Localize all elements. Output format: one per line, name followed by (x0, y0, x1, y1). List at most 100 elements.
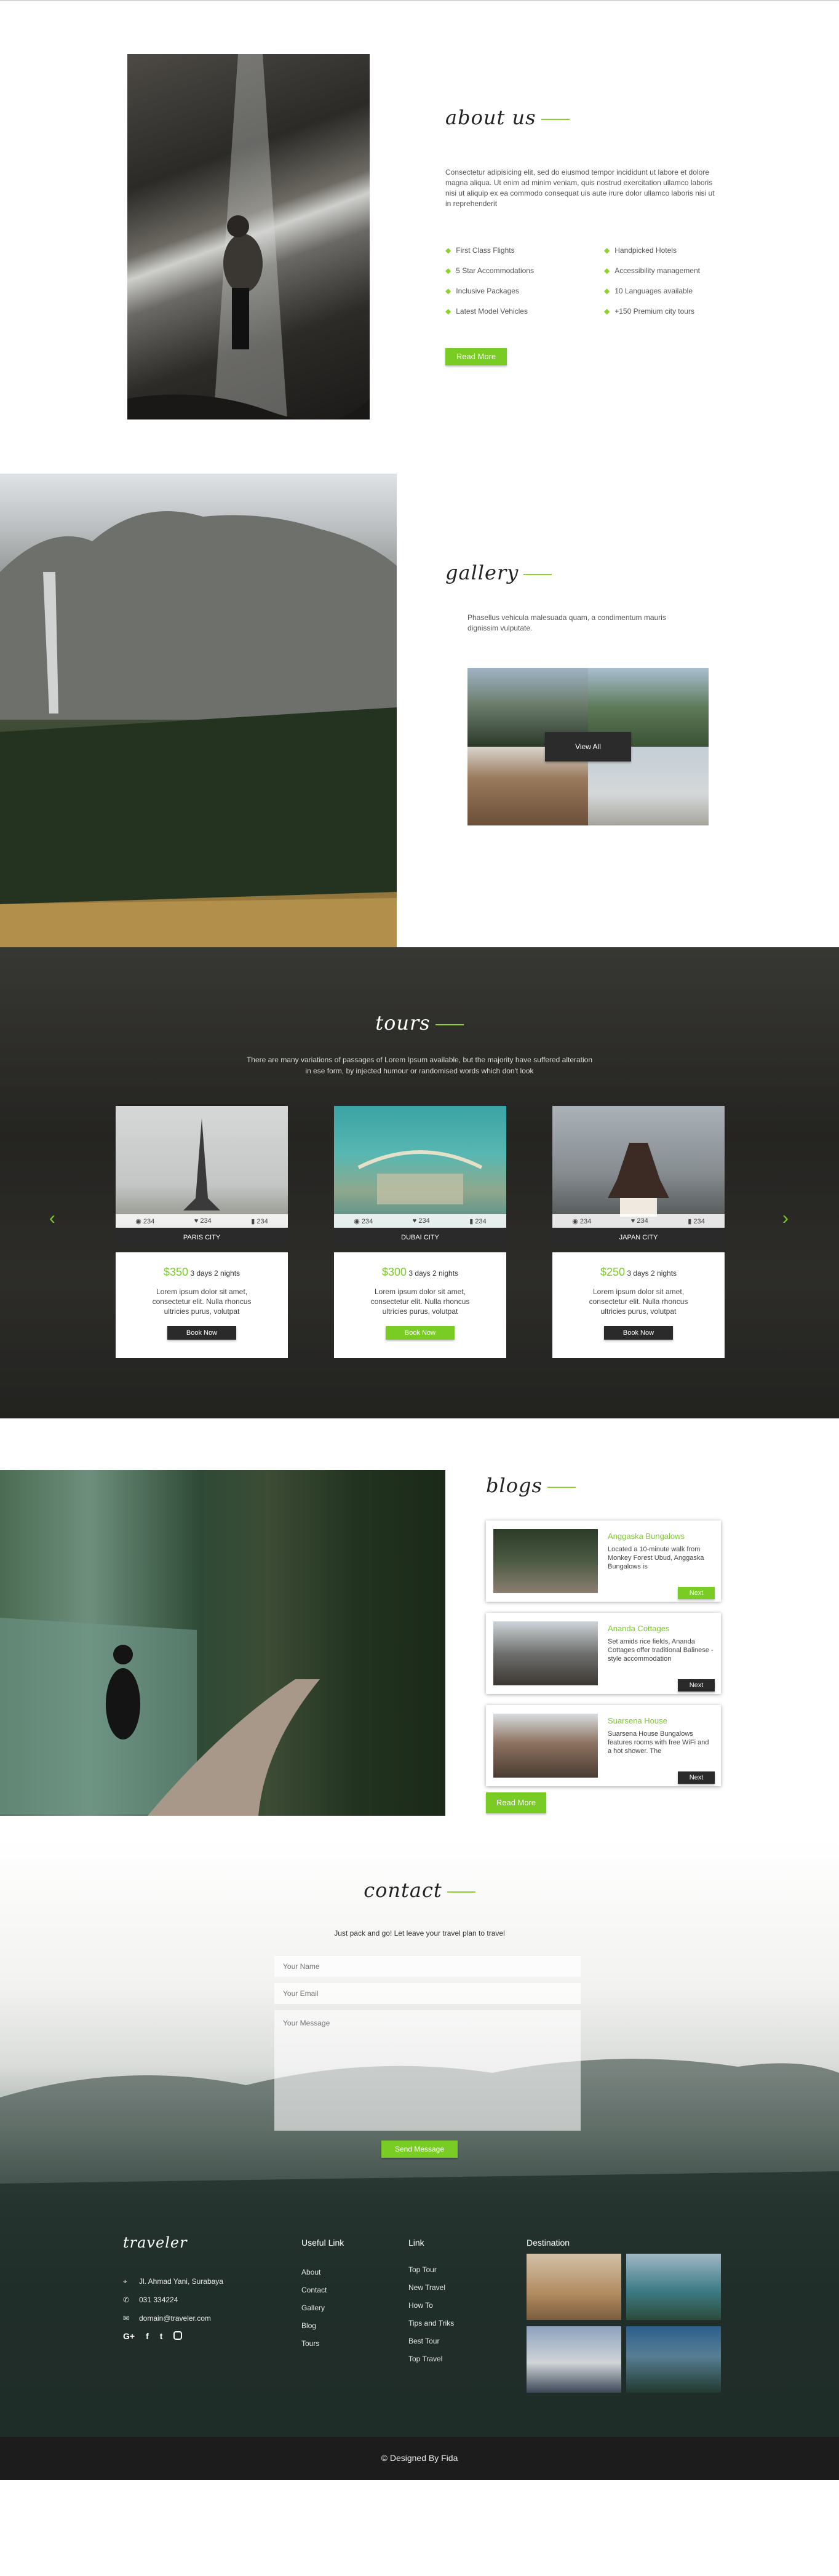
gallery-hero-image (0, 474, 397, 947)
blog-thumb-cottages (493, 1621, 598, 1685)
blog-thumb-house (493, 1714, 598, 1778)
gallery-grid: View All (467, 668, 709, 825)
blog-post-title[interactable]: Ananda Cottages (608, 1624, 669, 1633)
comment-icon: ▮ (688, 1217, 694, 1225)
footer-link-tours[interactable]: Tours (301, 2335, 327, 2353)
mail-icon: ✉ (123, 2314, 130, 2323)
message-textarea[interactable] (274, 2010, 581, 2131)
footer-link-contact[interactable]: Contact (301, 2281, 327, 2299)
gallery-view-all-button[interactable]: View All (545, 732, 631, 761)
likes-stat: ♥ 234 (630, 1217, 648, 1225)
castle-shape (608, 1143, 669, 1217)
contact-title: contact (0, 1878, 839, 1902)
tour-card: ◉ 234 ♥ 234 ▮ 234 JAPAN CITY $250 3 days… (552, 1106, 725, 1358)
tour-text: Lorem ipsum dolor sit amet, consectetur … (152, 1287, 252, 1316)
link-title: Link (408, 2238, 424, 2248)
about-read-more-button[interactable]: Read More (445, 348, 507, 365)
footer-link-top-travel[interactable]: Top Travel (408, 2350, 454, 2368)
feature-item: ◆ +150 Premium city tours (604, 307, 694, 316)
carousel-next[interactable]: › (782, 1208, 789, 1229)
comments-stat: ▮ 234 (251, 1217, 268, 1225)
tour-stats: ◉ 234 ♥ 234 ▮ 234 (334, 1214, 506, 1228)
chevron-right-icon: › (782, 1208, 789, 1228)
book-now-button[interactable]: Book Now (167, 1326, 236, 1340)
email-input[interactable] (274, 1983, 581, 2004)
book-now-button[interactable]: Book Now (386, 1326, 455, 1340)
tours-text-line1: There are many variations of passages of… (246, 1055, 593, 1064)
blog-card: Ananda Cottages Set amids rice fields, A… (486, 1613, 721, 1694)
footer-link-gallery[interactable]: Gallery (301, 2299, 327, 2317)
blog-next-button[interactable]: Next (678, 1679, 715, 1691)
useful-links-list: About Contact Gallery Blog Tours (301, 2264, 327, 2353)
tour-duration: 3 days 2 nights (408, 1269, 459, 1278)
check-icon: ◆ (604, 266, 610, 275)
destination-title: Destination (527, 2238, 570, 2248)
blog-post-title[interactable]: Anggaska Bungalows (608, 1532, 685, 1541)
tour-price-line: $250 3 days 2 nights (552, 1266, 725, 1279)
name-input[interactable] (274, 1956, 581, 1977)
instagram-icon[interactable] (173, 2331, 183, 2340)
destination-thumb-mountain[interactable] (626, 2326, 721, 2393)
tour-stats: ◉ 234 ♥ 234 ▮ 234 (116, 1214, 288, 1228)
title-underline (523, 573, 552, 575)
tour-city-bar: PARIS CITY (116, 1228, 288, 1247)
about-features: ◆ First Class Flights ◆ Handpicked Hotels … (445, 246, 728, 316)
tour-image-dubai (334, 1106, 506, 1228)
footer-link-blog[interactable]: Blog (301, 2317, 327, 2335)
copyright-text: © Designed By Fida (381, 2453, 458, 2463)
tours-text-line2: in ese form, by injected humour or rando… (305, 1067, 534, 1075)
heart-icon: ♥ (194, 1217, 201, 1225)
google-plus-icon[interactable]: G+ (123, 2331, 135, 2341)
title-underline (541, 118, 570, 120)
check-icon: ◆ (604, 287, 610, 295)
tour-card-body: $300 3 days 2 nights Lorem ipsum dolor s… (334, 1252, 506, 1358)
twitter-icon[interactable]: t (160, 2331, 163, 2341)
comments-stat: ▮ 234 (469, 1217, 487, 1225)
blogs-title: blogs (486, 1474, 576, 1497)
phone-row: ✆ 031 334224 (123, 2291, 223, 2309)
tour-price-line: $300 3 days 2 nights (334, 1266, 506, 1279)
blog-next-button[interactable]: Next (678, 1771, 715, 1784)
eye-icon: ◉ (135, 1217, 143, 1225)
blogs-read-more-button[interactable]: Read More (486, 1792, 546, 1813)
footer-link-best-tour[interactable]: Best Tour (408, 2332, 454, 2350)
book-now-button[interactable]: Book Now (604, 1326, 673, 1340)
title-underline (447, 1891, 475, 1893)
destination-grid (527, 2254, 721, 2395)
footer: traveler ⌖ Jl. Ahmad Yani, Surabaya ✆ 031 … (0, 2208, 839, 2437)
comment-icon: ▮ (251, 1217, 257, 1225)
footer-link-tips[interactable]: Tips and Triks (408, 2315, 454, 2332)
blog-next-button[interactable]: Next (678, 1587, 715, 1599)
tour-city-bar: JAPAN CITY (552, 1228, 725, 1247)
footer-link-about[interactable]: About (301, 2264, 327, 2281)
destination-thumb-coast[interactable] (626, 2254, 721, 2320)
about-title: about us (445, 106, 570, 129)
feature-item: ◆ Latest Model Vehicles (445, 307, 528, 316)
likes-stat: ♥ 234 (194, 1217, 212, 1225)
footer-link-top-tour[interactable]: Top Tour (408, 2261, 454, 2279)
footer-link-new-travel[interactable]: New Travel (408, 2279, 454, 2297)
useful-link-title: Useful Link (301, 2238, 344, 2248)
feature-item: ◆ First Class Flights (445, 246, 515, 255)
blog-post-title[interactable]: Suarsena House (608, 1716, 667, 1725)
heart-icon: ♥ (412, 1217, 419, 1225)
links-list: Top Tour New Travel How To Tips and Trik… (408, 2261, 454, 2368)
contact-subtitle: Just pack and go! Let leave your travel … (334, 1929, 505, 1938)
gallery-text: Phasellus vehicula malesuada quam, a con… (467, 613, 666, 632)
facebook-icon[interactable]: f (146, 2331, 149, 2341)
views-stat: ◉ 234 (135, 1217, 155, 1225)
tours-section: tours There are many variations of passa… (0, 947, 839, 1418)
comments-stat: ▮ 234 (688, 1217, 705, 1225)
top-border (0, 0, 839, 1)
destination-thumb-desert[interactable] (527, 2254, 621, 2320)
carousel-prev[interactable]: ‹ (49, 1208, 55, 1229)
tour-text: Lorem ipsum dolor sit amet, consectetur … (370, 1287, 470, 1316)
tour-card-body: $350 3 days 2 nights Lorem ipsum dolor s… (116, 1252, 288, 1358)
footer-link-how-to[interactable]: How To (408, 2297, 454, 2315)
tour-image-paris (116, 1106, 288, 1228)
tour-price: $250 (600, 1266, 625, 1278)
destination-thumb-pyramid[interactable] (527, 2326, 621, 2393)
feature-item: ◆ 10 Languages available (604, 287, 693, 295)
check-icon: ◆ (604, 246, 610, 255)
send-message-button[interactable]: Send Message (381, 2141, 458, 2158)
